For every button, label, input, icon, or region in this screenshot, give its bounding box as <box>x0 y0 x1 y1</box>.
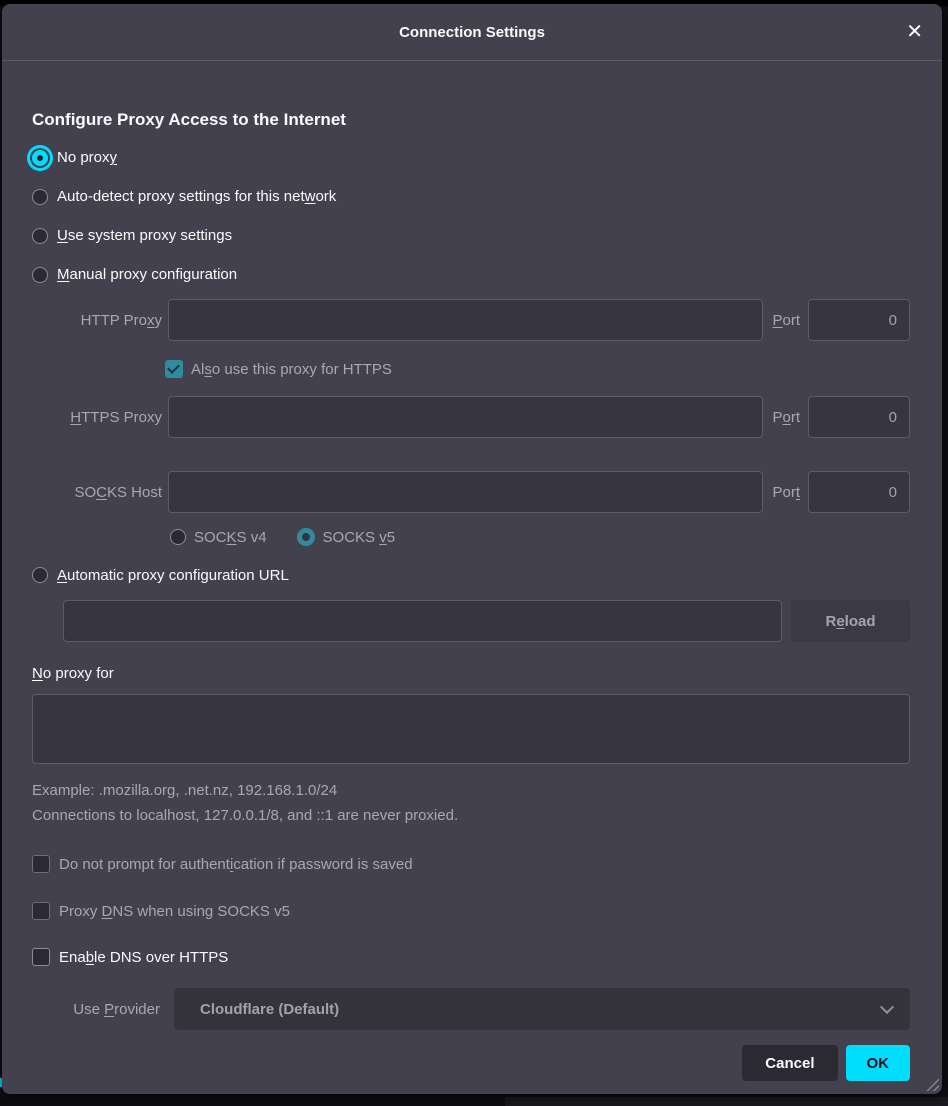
no-proxy-for-label: No proxy for <box>32 663 910 685</box>
share-proxy-checkbox-row: Also use this proxy for HTTPS <box>165 357 910 381</box>
checkbox-label: Do not prompt for authentication if pass… <box>59 856 413 873</box>
checkbox-proxy-dns-row: Proxy DNS when using SOCKS v5 <box>32 899 910 923</box>
no-proxy-for-textarea[interactable] <box>32 694 910 764</box>
share-proxy-label: Also use this proxy for HTTPS <box>191 361 392 378</box>
checkbox-label: Proxy DNS when using SOCKS v5 <box>59 903 290 920</box>
checkbox-icon <box>32 902 50 920</box>
provider-dropdown: Cloudflare (Default) <box>174 988 910 1030</box>
radio-auto-detect-proxy[interactable]: Auto-detect proxy settings for this netw… <box>32 185 910 209</box>
provider-selected-value: Cloudflare (Default) <box>200 1001 339 1018</box>
page-title: Configure Proxy Access to the Internet <box>32 109 910 131</box>
use-provider-label: Use Provider <box>32 1001 174 1018</box>
doh-provider-row: Use Provider Cloudflare (Default) <box>32 988 910 1030</box>
radio-label: Manual proxy configuration <box>57 263 237 287</box>
localhost-note-text: Connections to localhost, 127.0.0.1/8, a… <box>32 806 910 826</box>
radio-manual-proxy[interactable]: Manual proxy configuration <box>32 263 910 287</box>
radio-button-icon[interactable] <box>32 567 48 583</box>
radio-button-icon[interactable] <box>32 189 48 205</box>
https-proxy-input <box>168 396 763 438</box>
checkbox-checked-icon <box>165 360 183 378</box>
radio-button-icon[interactable] <box>32 267 48 283</box>
radio-no-proxy[interactable]: No proxy <box>32 146 910 170</box>
auto-proxy-url-row: Reload <box>63 600 910 642</box>
cancel-button[interactable]: Cancel <box>742 1045 837 1081</box>
checkbox-icon[interactable] <box>32 948 50 966</box>
socks-host-input <box>168 471 763 513</box>
http-port-label: Port <box>772 312 800 329</box>
dialog-titlebar: Connection Settings ✕ <box>2 4 942 61</box>
radio-socks-v5-icon <box>297 528 315 546</box>
radio-button-icon[interactable] <box>32 150 48 166</box>
connection-settings-dialog: Connection Settings ✕ Configure Proxy Ac… <box>2 4 942 1094</box>
checkbox-label: Enable DNS over HTTPS <box>59 949 228 966</box>
http-proxy-input <box>168 299 763 341</box>
socks-v4-label: SOCKS v4 <box>194 529 267 546</box>
https-proxy-row: HTTPS Proxy Port <box>32 396 910 438</box>
radio-label: No proxy <box>57 146 117 170</box>
socks-host-label: SOCKS Host <box>32 484 168 501</box>
dialog-content: Configure Proxy Access to the Internet N… <box>2 109 942 1081</box>
http-port-input <box>808 299 910 341</box>
radio-label: Use system proxy settings <box>57 224 232 248</box>
radio-socks-v4-icon <box>170 529 186 545</box>
socks-host-row: SOCKS Host Port <box>32 471 910 513</box>
auto-proxy-url-input <box>63 600 782 642</box>
socks-port-label: Port <box>772 484 800 501</box>
radio-auto-proxy-url[interactable]: Automatic proxy configuration URL <box>32 563 910 587</box>
radio-button-icon[interactable] <box>32 228 48 244</box>
socks-port-input <box>808 471 910 513</box>
radio-label: Auto-detect proxy settings for this netw… <box>57 185 336 209</box>
radio-label: Automatic proxy configuration URL <box>57 567 289 584</box>
https-port-label: Port <box>772 409 800 426</box>
dialog-footer: Cancel OK <box>32 1045 910 1081</box>
chevron-down-icon <box>880 999 894 1013</box>
checkbox-no-auth-prompt-row: Do not prompt for authentication if pass… <box>32 852 910 876</box>
socks-v5-label: SOCKS v5 <box>323 529 396 546</box>
dialog-title: Connection Settings <box>399 24 545 41</box>
https-proxy-label: HTTPS Proxy <box>32 409 168 426</box>
ok-button[interactable]: OK <box>846 1045 911 1081</box>
background-page-edge <box>505 1097 948 1106</box>
radio-system-proxy[interactable]: Use system proxy settings <box>32 224 910 248</box>
checkbox-icon <box>32 855 50 873</box>
https-port-input <box>808 396 910 438</box>
no-proxy-example-text: Example: .mozilla.org, .net.nz, 192.168.… <box>32 781 910 801</box>
checkbox-enable-doh-row[interactable]: Enable DNS over HTTPS <box>32 945 910 969</box>
http-proxy-label: HTTP Proxy <box>32 312 168 329</box>
close-icon[interactable]: ✕ <box>906 22 923 42</box>
http-proxy-row: HTTP Proxy Port <box>32 299 910 341</box>
reload-button: Reload <box>791 600 910 642</box>
socks-version-row: SOCKS v4 SOCKS v5 <box>170 525 910 549</box>
